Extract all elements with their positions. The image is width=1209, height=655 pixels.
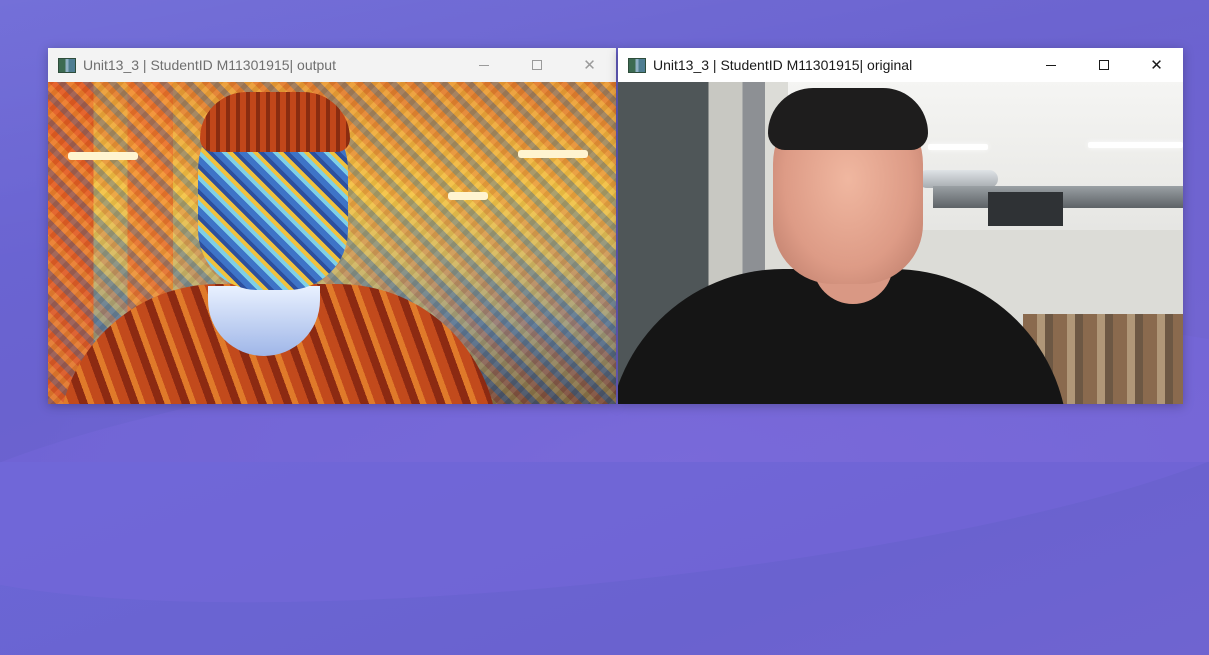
original-window[interactable]: Unit13_3 | StudentID M11301915| original…	[618, 48, 1183, 404]
app-icon	[58, 57, 76, 73]
output-minimize-button[interactable]	[457, 48, 510, 82]
ceiling-projector	[988, 192, 1063, 226]
original-maximize-button[interactable]	[1077, 48, 1130, 82]
output-close-button[interactable]: ✕	[563, 48, 616, 82]
ceiling-lamp	[518, 150, 588, 158]
person-hair	[768, 88, 928, 150]
app-icon	[628, 57, 646, 73]
output-window-titlebar[interactable]: Unit13_3 | StudentID M11301915| output ✕	[48, 48, 616, 82]
minimize-icon	[478, 64, 489, 66]
stylized-person-hair	[200, 92, 350, 152]
ceiling-lamp	[68, 152, 138, 160]
maximize-icon	[531, 60, 542, 70]
close-icon: ✕	[583, 56, 596, 74]
original-close-button[interactable]: ✕	[1130, 48, 1183, 82]
output-window-controls: ✕	[457, 48, 616, 82]
output-window-title: Unit13_3 | StudentID M11301915| output	[83, 57, 336, 73]
minimize-icon	[1045, 64, 1056, 66]
close-icon: ✕	[1150, 56, 1163, 74]
ceiling-light	[928, 144, 988, 150]
ceiling-lamp	[448, 192, 488, 200]
output-maximize-button[interactable]	[510, 48, 563, 82]
original-window-titlebar[interactable]: Unit13_3 | StudentID M11301915| original…	[618, 48, 1183, 82]
output-window[interactable]: Unit13_3 | StudentID M11301915| output ✕	[48, 48, 616, 404]
original-minimize-button[interactable]	[1024, 48, 1077, 82]
original-window-title: Unit13_3 | StudentID M11301915| original	[653, 57, 913, 73]
original-video-frame	[618, 82, 1183, 404]
maximize-icon	[1098, 60, 1109, 70]
output-video-frame	[48, 82, 616, 404]
original-window-controls: ✕	[1024, 48, 1183, 82]
ceiling-light	[1088, 142, 1183, 148]
